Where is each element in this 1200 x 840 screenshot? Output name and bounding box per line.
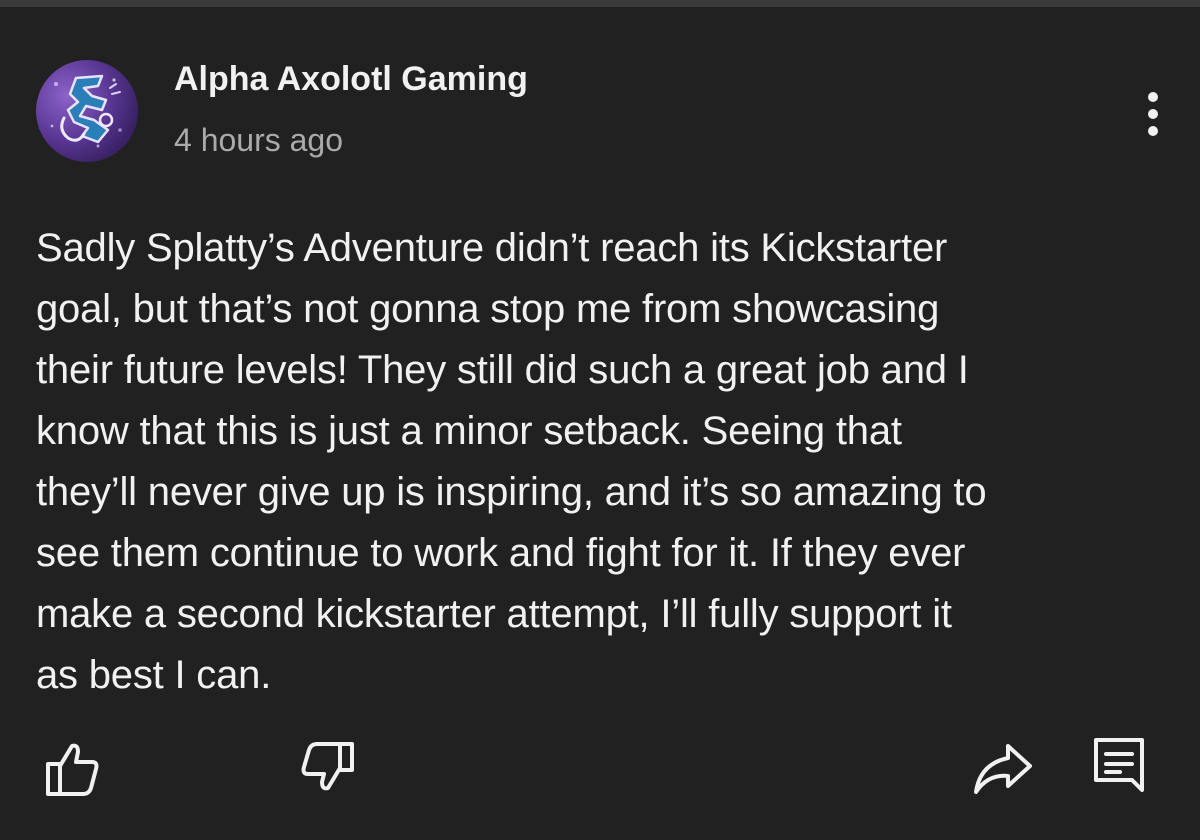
comment-author[interactable]: Alpha Axolotl Gaming: [174, 60, 528, 99]
axolotl-logo-icon: [50, 74, 122, 148]
reply-comment-icon: [1094, 738, 1144, 792]
avatar[interactable]: [36, 60, 138, 162]
reply-button[interactable]: [1088, 736, 1152, 800]
thumbs-down-icon: [301, 742, 354, 791]
comment-timestamp: 4 hours ago: [174, 122, 344, 158]
like-button[interactable]: [38, 736, 102, 800]
more-vertical-icon: [1148, 92, 1158, 102]
thumbs-up-icon: [46, 743, 99, 796]
more-vertical-icon-dot: [1148, 109, 1158, 119]
share-arrow-icon: [974, 744, 1032, 794]
share-button[interactable]: [970, 736, 1034, 800]
dislike-button[interactable]: [294, 736, 358, 800]
top-divider: [0, 0, 1200, 7]
more-vertical-icon-dot: [1148, 126, 1158, 136]
comment-text: Sadly Splatty’s Adventure didn’t reach i…: [36, 226, 987, 697]
more-options-button[interactable]: [1132, 86, 1176, 142]
